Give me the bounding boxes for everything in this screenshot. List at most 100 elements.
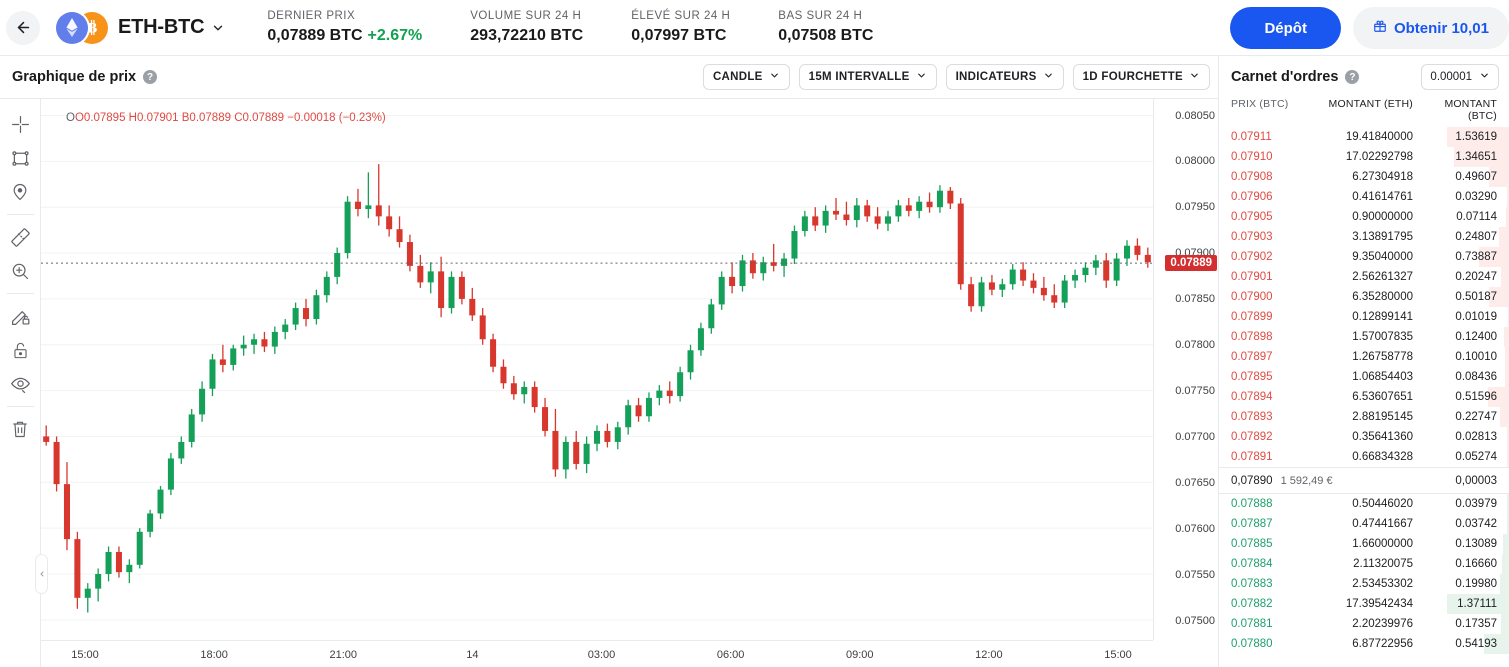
chart-type-dropdown[interactable]: CANDLE [702, 64, 790, 90]
order-book-title: Carnet d'ordres [1231, 69, 1339, 85]
row-price: 0.07887 [1231, 518, 1273, 530]
indicators-dropdown[interactable]: INDICATEURS [945, 64, 1064, 90]
row-price: 0.07897 [1231, 351, 1273, 363]
time-tick: 18:00 [200, 649, 228, 661]
ask-row[interactable]: 0.07902 9.35040000 0.73887 [1219, 247, 1509, 267]
obtenir-reward-button[interactable]: Obtenir 10,01 [1352, 7, 1509, 49]
trash-icon[interactable] [5, 412, 35, 446]
row-amount-eth: 2.56261327 [1352, 271, 1413, 283]
bid-row[interactable]: 0.07883 2.53453302 0.19980 [1219, 574, 1509, 594]
ask-row[interactable]: 0.07903 3.13891795 0.24807 [1219, 227, 1509, 247]
ask-row[interactable]: 0.07911 19.41840000 1.53619 [1219, 127, 1509, 147]
row-amount-btc: 0.02813 [1455, 431, 1497, 443]
shape-rectangle-icon[interactable] [5, 141, 35, 175]
ask-row[interactable]: 0.07893 2.88195145 0.22747 [1219, 407, 1509, 427]
ask-row[interactable]: 0.07899 0.12899141 0.01019 [1219, 307, 1509, 327]
row-amount-btc: 0.03979 [1455, 498, 1497, 510]
bid-row[interactable]: 0.07882 17.39542434 1.37111 [1219, 594, 1509, 614]
depth-bar [1503, 534, 1509, 554]
price-tick: 0.07850 [1175, 293, 1215, 306]
row-amount-eth: 6.87722956 [1352, 638, 1413, 650]
order-book-panel: Carnet d'ordres ? 0.00001 PRIX (BTC) MON… [1219, 56, 1509, 667]
chart-header: Graphique de prix ? CANDLE 15M INTERVALL… [0, 56, 1218, 98]
row-amount-btc: 0.19980 [1455, 578, 1497, 590]
last-price-change: +2.67% [367, 27, 423, 44]
grouping-dropdown[interactable]: 0.00001 [1421, 64, 1499, 90]
range-dropdown[interactable]: 1D FOURCHETTE [1072, 64, 1210, 90]
gift-icon [1373, 19, 1387, 37]
chart-collapse-handle[interactable] [35, 554, 48, 594]
deposit-button[interactable]: Dépôt [1230, 7, 1341, 49]
row-price: 0.07894 [1231, 391, 1273, 403]
candlestick-plot[interactable]: OO0.07895 H0.07901 B0.07889 C0.07889 −0.… [41, 99, 1153, 640]
ask-row[interactable]: 0.07900 6.35280000 0.50187 [1219, 287, 1509, 307]
ask-row[interactable]: 0.07894 6.53607651 0.51596 [1219, 387, 1509, 407]
bid-row[interactable]: 0.07884 2.11320075 0.16660 [1219, 554, 1509, 574]
bid-row[interactable]: 0.07881 2.20239976 0.17357 [1219, 614, 1509, 634]
ask-row[interactable]: 0.07905 0.90000000 0.07114 [1219, 207, 1509, 227]
ask-row[interactable]: 0.07895 1.06854403 0.08436 [1219, 367, 1509, 387]
eye-icon[interactable] [5, 367, 35, 401]
obtenir-label: Obtenir 10,01 [1393, 19, 1489, 37]
ask-row[interactable]: 0.07906 0.41614761 0.03290 [1219, 187, 1509, 207]
row-amount-eth: 3.13891795 [1352, 231, 1413, 243]
price-tick: 0.07650 [1175, 476, 1215, 489]
row-amount-eth: 2.88195145 [1352, 411, 1413, 423]
row-amount-btc: 0.05274 [1455, 451, 1497, 463]
depth-bar [1500, 574, 1509, 594]
bid-row[interactable]: 0.07887 0.47441667 0.03742 [1219, 514, 1509, 534]
ask-row[interactable]: 0.07908 6.27304918 0.49607 [1219, 167, 1509, 187]
chevron-down-icon[interactable] [211, 21, 225, 35]
chart-title: Graphique de prix [12, 69, 137, 85]
bid-rows: 0.07888 0.50446020 0.03979 0.07887 0.4744166… [1219, 494, 1509, 654]
chevron-down-icon [1479, 70, 1490, 84]
location-pin-icon[interactable] [5, 175, 35, 209]
pair-name: ETH-BTC [118, 16, 205, 38]
stat-volume-24h: VOLUME SUR 24 H 293,72210 BTC [470, 10, 584, 44]
row-price: 0.07892 [1231, 431, 1273, 443]
chevron-down-icon [916, 70, 927, 84]
ohlc-low: B0.07889 [181, 112, 231, 124]
ask-row[interactable]: 0.07892 0.35641360 0.02813 [1219, 427, 1509, 447]
row-price: 0.07910 [1231, 151, 1273, 163]
bid-row[interactable]: 0.07880 6.87722956 0.54193 [1219, 634, 1509, 654]
ask-row[interactable]: 0.07898 1.57007835 0.12400 [1219, 327, 1509, 347]
row-amount-btc: 1.37111 [1457, 598, 1497, 610]
row-amount-btc: 0.01019 [1455, 311, 1497, 323]
row-amount-eth: 6.27304918 [1352, 171, 1413, 183]
interval-dropdown[interactable]: 15M INTERVALLE [798, 64, 937, 90]
zoom-in-icon[interactable] [5, 254, 35, 288]
depth-bar [1499, 407, 1509, 427]
last-price-value: 0,07889 BTC [267, 27, 363, 44]
bid-row[interactable]: 0.07888 0.50446020 0.03979 [1219, 494, 1509, 514]
row-amount-eth: 2.53453302 [1352, 578, 1413, 590]
help-circle-icon[interactable]: ? [1345, 70, 1360, 84]
spread-fiat-value: 1 592,49 € [1280, 474, 1333, 487]
row-amount-eth: 19.41840000 [1345, 131, 1413, 143]
pencil-lock-icon[interactable] [5, 299, 35, 333]
pair-selector[interactable]: B ETH-BTC [56, 11, 225, 44]
time-axis[interactable]: 15:00 18:00 21:00 14 03:00 06:00 09:00 12:00 15:… [41, 640, 1153, 667]
lock-icon[interactable] [5, 333, 35, 367]
price-axis[interactable]: 0.08050 0.08000 0.07950 0.07900 0.07850 0.078… [1153, 99, 1218, 640]
ask-row[interactable]: 0.07891 0.66834328 0.05274 [1219, 447, 1509, 467]
row-amount-eth: 9.35040000 [1352, 251, 1413, 263]
row-amount-btc: 0.20247 [1455, 271, 1497, 283]
row-price: 0.07883 [1231, 578, 1273, 590]
row-price: 0.07885 [1231, 538, 1273, 550]
crosshair-icon[interactable] [5, 107, 35, 141]
ask-row[interactable]: 0.07897 1.26758778 0.10010 [1219, 347, 1509, 367]
row-amount-eth: 0.47441667 [1352, 518, 1413, 530]
help-circle-icon[interactable]: ? [143, 70, 158, 84]
bid-row[interactable]: 0.07885 1.66000000 0.13089 [1219, 534, 1509, 554]
ruler-icon[interactable] [5, 220, 35, 254]
chart-plot-zone[interactable]: OO0.07895 H0.07901 B0.07889 C0.07889 −0.… [35, 99, 1218, 667]
depth-bar [1504, 347, 1509, 367]
price-tick: 0.07950 [1175, 201, 1215, 214]
back-button[interactable] [6, 10, 40, 45]
depth-bar [1500, 614, 1509, 634]
ask-row[interactable]: 0.07901 2.56261327 0.20247 [1219, 267, 1509, 287]
price-tick: 0.07600 [1175, 522, 1215, 535]
ask-row[interactable]: 0.07910 17.02292798 1.34651 [1219, 147, 1509, 167]
depth-bar [1500, 267, 1509, 287]
